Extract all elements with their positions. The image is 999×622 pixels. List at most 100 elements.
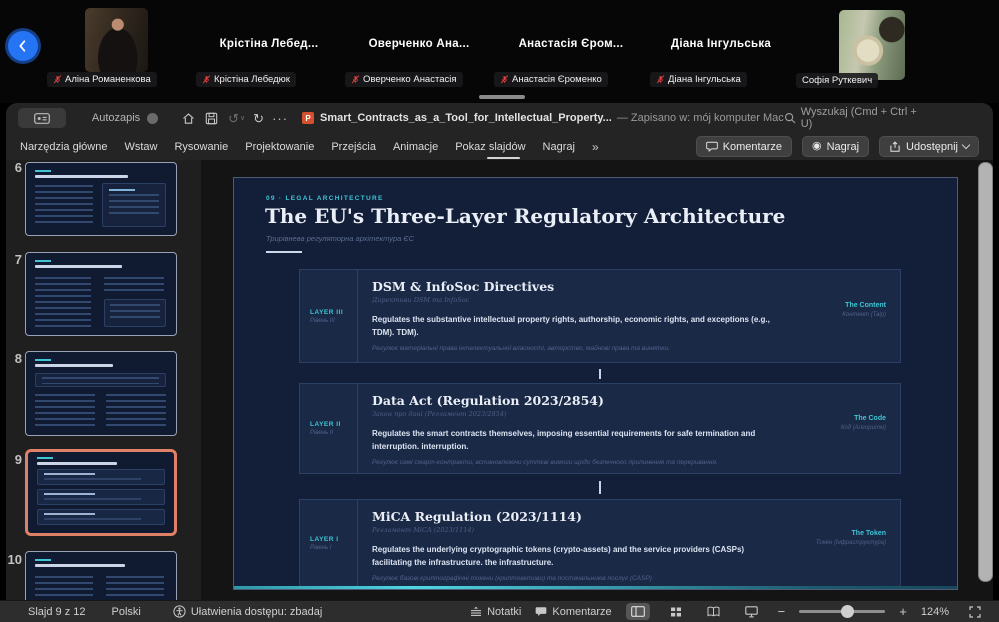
notes-toggle[interactable]: Notatki xyxy=(470,606,521,618)
tab-narzedzia-glowne[interactable]: Narzędzia główne xyxy=(20,141,107,153)
layer-label-uk: Рівень II xyxy=(310,430,357,436)
card-body-uk: Регулює матеріальні права інтелектуально… xyxy=(372,345,778,352)
undo-dropdown-chevron-icon[interactable]: ∨ xyxy=(240,114,245,122)
slide-thumbnail-9-selected[interactable] xyxy=(25,449,177,536)
save-icon[interactable] xyxy=(205,112,218,125)
title-rule xyxy=(266,251,302,253)
layer-connector xyxy=(599,369,601,379)
participant-video-feed xyxy=(839,10,905,80)
card-tag: The Code xyxy=(854,415,886,422)
share-button-label: Udostępnij xyxy=(906,141,958,153)
participant-name: Анастасія Єроменко xyxy=(512,74,602,85)
card-body: Regulates the substantive intellectual p… xyxy=(372,313,778,339)
muted-mic-icon xyxy=(656,75,665,84)
normal-view-icon xyxy=(631,606,645,617)
record-icon: ◉ xyxy=(812,141,822,152)
layer-label: LAYER I xyxy=(310,536,357,543)
layer-label-column: LAYER I Рівень I xyxy=(300,500,358,587)
zoom-slider-handle[interactable] xyxy=(841,605,854,618)
muted-mic-icon xyxy=(53,75,62,84)
video-call-strip: Аліна Романенкова Крістіна Лебед... Кріс… xyxy=(0,0,999,103)
comments-button-label: Komentarze xyxy=(723,141,782,153)
zoom-in-button[interactable]: + xyxy=(899,604,907,619)
view-slideshow-button[interactable] xyxy=(740,603,764,620)
participant-display-name: Оверченко Ана... xyxy=(359,38,479,50)
redo-icon[interactable]: ↻ xyxy=(253,112,264,125)
slide-thumbnail-10[interactable] xyxy=(25,551,177,600)
home-icon[interactable] xyxy=(182,112,195,125)
record-button[interactable]: ◉ Nagraj xyxy=(802,136,869,157)
zoom-level[interactable]: 124% xyxy=(921,606,949,618)
layer-label-uk: Рівень I xyxy=(310,545,357,551)
layer-card-dsm-infosoc: LAYER III Рівень III DSM & InfoSoc Direc… xyxy=(299,269,901,363)
status-bar: Slajd 9 z 12 Polski Ułatwienia dostępu: … xyxy=(0,600,999,622)
back-button[interactable] xyxy=(8,31,38,61)
participant-name-label: Крістіна Лебедюк xyxy=(196,72,296,87)
tab-animacje[interactable]: Animacje xyxy=(393,141,438,153)
thumbnail-number: 9 xyxy=(6,452,22,467)
document-title[interactable]: Smart_Contracts_as_a_Tool_for_Intellectu… xyxy=(320,112,612,124)
slide-thumbnail-8[interactable] xyxy=(25,351,177,436)
zoom-slider[interactable] xyxy=(799,610,885,613)
card-body: Regulates the smart contracts themselves… xyxy=(372,427,778,453)
card-body-uk: Регулює базові криптографічні токени (кр… xyxy=(372,575,778,582)
slide-eyebrow: 09 · LEGAL ARCHITECTURE xyxy=(266,195,384,202)
tab-wstaw[interactable]: Wstaw xyxy=(124,141,157,153)
tab-przejscia[interactable]: Przejścia xyxy=(331,141,376,153)
search-hint: Wyszukaj (Cmd + Ctrl + U) xyxy=(801,106,931,130)
chevron-left-icon xyxy=(15,38,31,54)
slide-title: The EU's Three-Layer Regulatory Architec… xyxy=(265,204,785,228)
notes-label: Notatki xyxy=(487,606,521,618)
layer-connector xyxy=(599,481,601,494)
slide-thumbnail-7[interactable] xyxy=(25,252,177,336)
card-title: DSM & InfoSoc Directives xyxy=(372,279,778,294)
participant-video-feed xyxy=(85,8,148,72)
search-icon xyxy=(784,112,796,124)
slide-canvas[interactable]: 09 · LEGAL ARCHITECTURE The EU's Three-L… xyxy=(233,177,958,590)
card-tag-column: The Token Токен (Інфраструктура) xyxy=(788,494,900,581)
card-body-column: DSM & InfoSoc Directives Директиви DSM т… xyxy=(358,270,788,362)
book-icon xyxy=(707,606,720,617)
status-right-controls: Notatki Komentarze − + 124% xyxy=(470,603,987,620)
more-options-icon[interactable]: ··· xyxy=(272,112,288,125)
title-bar: Autozapis ↺ ∨ ↻ ··· P Smart_Contracts_as… xyxy=(6,103,993,133)
search-input[interactable]: Wyszukaj (Cmd + Ctrl + U) xyxy=(784,106,931,130)
slide-accent-line xyxy=(234,586,957,589)
tab-rysowanie[interactable]: Rysowanie xyxy=(174,141,228,153)
notes-icon xyxy=(470,606,482,617)
share-button[interactable]: Udostępnij xyxy=(879,136,979,157)
card-title-uk: Регламент MiCA (2023/1114) xyxy=(372,526,778,534)
share-icon xyxy=(889,141,901,153)
layer-label-column: LAYER II Рівень II xyxy=(300,384,358,473)
comments-toggle[interactable]: Komentarze xyxy=(535,606,611,618)
strip-indicator xyxy=(479,95,525,99)
presentation-icon xyxy=(34,113,50,124)
language-indicator[interactable]: Polski xyxy=(111,606,140,618)
card-tag-column: The Code Код (Алгоритм) xyxy=(788,378,900,467)
layer-label: LAYER III xyxy=(310,309,357,316)
layer-label-uk: Рівень III xyxy=(310,318,357,324)
zoom-out-button[interactable]: − xyxy=(778,604,786,619)
comments-button[interactable]: Komentarze xyxy=(696,136,792,157)
fit-slide-button[interactable] xyxy=(963,603,987,620)
view-reading-button[interactable] xyxy=(702,603,726,620)
tab-nagraj[interactable]: Nagraj xyxy=(543,141,575,153)
window-mode-pill[interactable] xyxy=(18,108,66,128)
participant-name: Софія Руткевич xyxy=(802,75,872,86)
comments-label: Komentarze xyxy=(552,606,611,618)
vertical-scrollbar[interactable] xyxy=(978,162,993,582)
slide-thumbnail-6[interactable] xyxy=(25,162,177,236)
layer-card-data-act: LAYER II Рівень II Data Act (Regulation … xyxy=(299,383,901,474)
tab-projektowanie[interactable]: Projektowanie xyxy=(245,141,314,153)
tab-pokaz-slajdow[interactable]: Pokaz slajdów xyxy=(455,141,525,153)
thumbnail-number: 7 xyxy=(6,252,22,267)
view-normal-button[interactable] xyxy=(626,603,650,620)
view-slide-sorter-button[interactable] xyxy=(664,603,688,620)
autosave-toggle[interactable] xyxy=(147,113,158,124)
undo-icon[interactable]: ↺ xyxy=(228,112,239,125)
ribbon-tab-bar: Narzędzia główne Wstaw Rysowanie Projekt… xyxy=(6,133,993,160)
active-tab-underline xyxy=(487,157,520,159)
participant-display-name: Діана Інгульська xyxy=(661,38,781,50)
accessibility-checker[interactable]: Ułatwienia dostępu: zbadaj xyxy=(173,605,322,618)
tab-overflow-chevron[interactable]: » xyxy=(592,140,599,154)
